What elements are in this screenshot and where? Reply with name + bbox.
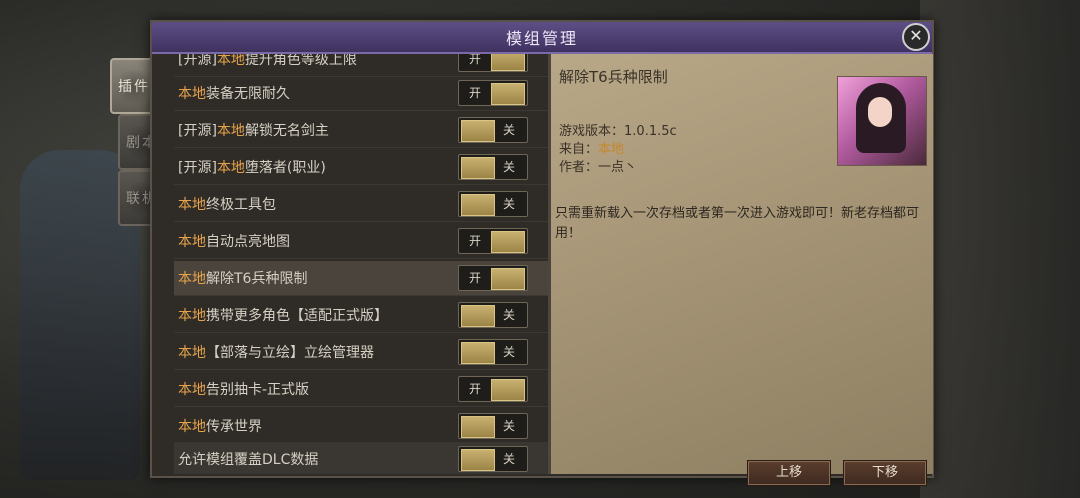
toggle-knob	[461, 305, 495, 327]
mod-detail-panel: 解除T6兵种限制 游戏版本：1.0.1.5c 来自：本地 作者：一点丶 只需重新…	[548, 54, 933, 486]
mod-toggle[interactable]: 开	[458, 80, 528, 106]
toggle-knob	[491, 379, 525, 401]
mod-row-label: 本地携带更多角色【适配正式版】	[178, 305, 388, 325]
allow-dlc-override-label: 允许模组覆盖DLC数据	[178, 452, 319, 468]
toggle-knob	[461, 416, 495, 438]
mod-local-tag: 本地	[178, 419, 206, 435]
allow-dlc-override-toggle[interactable]: 关	[458, 446, 528, 472]
author-label: 作者：	[559, 160, 599, 175]
mod-local-tag: 本地	[216, 54, 245, 68]
mod-row-label: 本地【部落与立绘】立绘管理器	[178, 342, 374, 362]
mod-name: 解除T6兵种限制	[206, 271, 308, 287]
mod-name: 堕落者(职业)	[244, 160, 326, 176]
tab-plugins-label: 插件	[114, 70, 154, 102]
mod-row-label: 本地自动点亮地图	[178, 231, 290, 251]
detail-title: 解除T6兵种限制	[559, 68, 668, 86]
source-label: 来自：	[559, 142, 599, 157]
toggle-state-label: 关	[502, 308, 515, 322]
toggle-knob	[461, 449, 495, 471]
toggle-state-label: 关	[502, 345, 515, 359]
mod-name: 携带更多角色【适配正式版】	[206, 308, 388, 324]
toggle-state-label: 关	[502, 197, 515, 211]
toggle-knob	[461, 120, 495, 142]
toggle-knob	[491, 83, 525, 105]
mod-manager-window: 模组管理 ✕ [开源]本地提升角色等级上限开本地装备无限耐久开 [开源]本地解锁无…	[150, 20, 934, 486]
window-title: 模组管理	[505, 29, 578, 48]
version-label: 游戏版本：	[559, 124, 625, 139]
mod-toggle[interactable]: 开	[458, 228, 528, 254]
background-scenery	[920, 0, 1080, 498]
mod-toggle[interactable]: 关	[458, 191, 528, 217]
toggle-knob	[491, 54, 525, 71]
avatar-face	[868, 97, 892, 127]
mod-local-tag: 本地	[216, 160, 245, 176]
mod-toggle[interactable]: 关	[458, 339, 528, 365]
toggle-state-label: 开	[469, 382, 482, 396]
toggle-state-label: 开	[469, 234, 482, 248]
mod-avatar-image	[837, 76, 927, 166]
title-bar: 模组管理 ✕	[152, 22, 932, 54]
mod-toggle[interactable]: 开	[458, 376, 528, 402]
mod-row-label: [开源]本地解锁无名剑主	[178, 120, 329, 140]
mod-description: 只需重新载入一次存档或者第一次进入游戏即可！新老存档都可用！	[555, 206, 920, 241]
source-value: 本地	[598, 142, 625, 157]
mod-name: 告别抽卡-正式版	[206, 382, 310, 398]
mod-row-label: 本地告别抽卡-正式版	[178, 379, 309, 399]
mod-toggle[interactable]: 关	[458, 154, 528, 180]
mod-toggle[interactable]: 开	[458, 54, 528, 72]
close-button[interactable]: ✕	[902, 23, 930, 51]
mod-open-source-tag: [开源]	[178, 123, 217, 139]
mod-name: 传承世界	[206, 419, 262, 435]
mod-row-label: 本地装备无限耐久	[178, 83, 290, 103]
version-value: 1.0.1.5c	[624, 124, 677, 139]
toggle-knob	[491, 268, 525, 290]
mod-name: 【部落与立绘】立绘管理器	[206, 345, 374, 361]
mod-name: 装备无限耐久	[206, 86, 290, 102]
toggle-state-label: 开	[469, 54, 482, 66]
mod-row-label: 本地传承世界	[178, 416, 262, 436]
toggle-state-label: 关	[502, 123, 515, 137]
mod-local-tag: 本地	[178, 234, 206, 250]
toggle-state-label: 关	[502, 160, 515, 174]
mod-toggle[interactable]: 开	[458, 265, 528, 291]
mod-local-tag: 本地	[178, 345, 206, 361]
toggle-knob	[461, 342, 495, 364]
mod-row-label: [开源]本地堕落者(职业)	[178, 157, 326, 177]
mod-local-tag: 本地	[178, 271, 206, 287]
mod-name: 终极工具包	[206, 197, 276, 213]
mod-toggle[interactable]: 关	[458, 117, 528, 143]
mod-name: 解锁无名剑主	[244, 123, 329, 139]
toggle-knob	[491, 231, 525, 253]
toggle-knob	[461, 194, 495, 216]
mod-open-source-tag: [开源]	[178, 160, 217, 176]
toggle-state-label: 关	[502, 419, 515, 433]
toggle-state-label: 开	[469, 86, 482, 100]
toggle-knob	[461, 157, 495, 179]
mod-local-tag: 本地	[178, 197, 206, 213]
mod-row-label: [开源]本地提升角色等级上限	[178, 54, 357, 69]
move-down-button[interactable]: 下移	[843, 460, 927, 486]
move-up-button[interactable]: 上移	[747, 460, 831, 486]
author-line: 作者：一点丶	[559, 156, 637, 175]
toggle-state-label: 关	[502, 452, 515, 466]
mod-name: 自动点亮地图	[206, 234, 290, 250]
mod-toggle[interactable]: 关	[458, 413, 528, 439]
close-icon: ✕	[909, 26, 923, 45]
mod-toggle[interactable]: 关	[458, 302, 528, 328]
mod-local-tag: 本地	[178, 382, 206, 398]
author-value: 一点丶	[598, 160, 638, 175]
mod-name: 提升角色等级上限	[244, 54, 357, 68]
mod-local-tag: 本地	[178, 308, 206, 324]
source-line: 来自：本地	[559, 138, 624, 157]
mod-row-label: 本地终极工具包	[178, 194, 276, 214]
mod-row-label: 本地解除T6兵种限制	[178, 268, 307, 288]
toggle-state-label: 开	[469, 271, 482, 285]
mod-local-tag: 本地	[178, 86, 206, 102]
version-line: 游戏版本：1.0.1.5c	[559, 120, 677, 139]
mod-open-source-tag: [开源]	[178, 54, 217, 68]
mod-local-tag: 本地	[216, 123, 245, 139]
